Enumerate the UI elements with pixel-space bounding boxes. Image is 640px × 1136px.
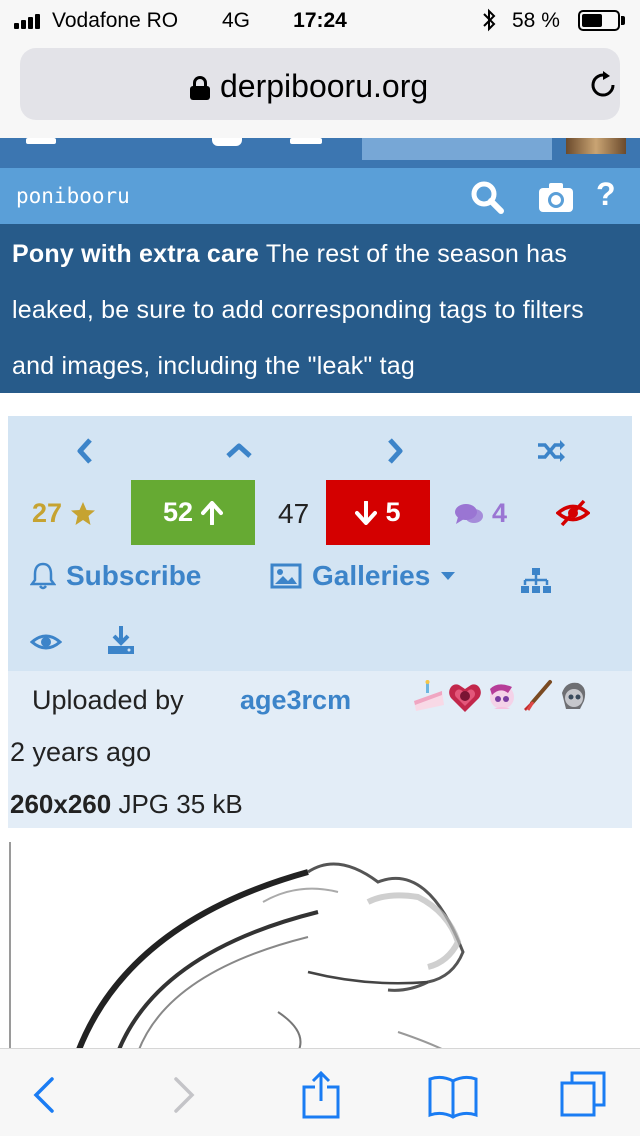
site-subbar: ponibooru ? xyxy=(0,168,640,224)
search-icon[interactable] xyxy=(470,180,504,214)
comment-count: 4 xyxy=(492,498,508,528)
downvote-button[interactable]: 5 xyxy=(326,480,430,545)
status-bar: Vodafone RO 4G 17:24 58 % xyxy=(0,0,640,40)
image-dimensions: 260x260 JPG 35 kB xyxy=(10,789,243,820)
chevron-right-icon[interactable] xyxy=(370,426,420,476)
galleries-label: Galleries xyxy=(312,560,431,591)
subscribe-label: Subscribe xyxy=(66,560,202,591)
help-icon[interactable]: ? xyxy=(596,176,616,213)
arrow-down-icon xyxy=(355,500,378,525)
share-icon[interactable] xyxy=(296,1070,346,1119)
view-download-row xyxy=(8,620,632,670)
user-avatar[interactable] xyxy=(566,138,626,154)
action-row: Subscribe Galleries xyxy=(8,560,632,610)
reload-icon[interactable] xyxy=(586,68,620,102)
uploader-link[interactable]: age3rcm xyxy=(240,685,351,716)
upload-info: Uploaded by age3rcm 2 years ago 260x260 … xyxy=(8,671,632,828)
image-navigation xyxy=(8,426,632,476)
star-icon xyxy=(71,502,96,525)
comments-link[interactable]: 4 xyxy=(454,498,507,529)
user-badges xyxy=(412,679,590,715)
download-icon[interactable] xyxy=(106,624,136,656)
fave-count: 27 xyxy=(32,498,63,528)
menu-icon[interactable] xyxy=(26,138,56,144)
bluetooth-icon xyxy=(482,8,496,38)
downvote-count: 5 xyxy=(385,497,401,527)
uploaded-by-label: Uploaded by xyxy=(32,685,184,715)
score-row: 27 52 47 5 4 xyxy=(8,480,632,546)
site-top-nav xyxy=(0,138,640,168)
galleries-dropdown[interactable]: Galleries xyxy=(270,560,456,592)
arrow-up-icon xyxy=(201,500,224,525)
site-search-input[interactable] xyxy=(362,138,552,160)
fave-button[interactable]: 27 xyxy=(32,498,96,529)
forward-icon[interactable] xyxy=(160,1071,210,1119)
browser-toolbar xyxy=(0,1048,640,1136)
chevron-left-icon[interactable] xyxy=(60,426,110,476)
shuffle-icon[interactable] xyxy=(526,426,576,476)
eye-icon[interactable] xyxy=(29,630,63,654)
battery-level-fill xyxy=(582,14,602,27)
image-icon xyxy=(270,563,302,589)
image-meta-box: 27 52 47 5 4 Subscribe Galleries Uploade… xyxy=(8,416,632,828)
subscribe-button[interactable]: Subscribe xyxy=(30,560,201,592)
upload-time: 2 years ago xyxy=(10,737,152,767)
main-image[interactable] xyxy=(8,842,528,1052)
dimensions-value: 260x260 xyxy=(10,789,112,819)
maud-badge-icon[interactable] xyxy=(556,679,590,715)
tabs-icon[interactable] xyxy=(560,1071,610,1119)
battery-percent: 58 % xyxy=(512,9,560,32)
upvote-button[interactable]: 52 xyxy=(131,480,255,545)
browser-url-area: derpibooru.org xyxy=(0,40,640,138)
camera-icon[interactable] xyxy=(538,180,574,214)
notifications-icon[interactable] xyxy=(290,138,322,144)
upload-icon[interactable] xyxy=(212,138,242,146)
upvote-count: 52 xyxy=(162,497,194,527)
hide-icon[interactable] xyxy=(555,498,591,528)
bookmarks-icon[interactable] xyxy=(428,1071,478,1119)
address-bar[interactable]: derpibooru.org xyxy=(20,48,620,120)
lock-icon xyxy=(190,76,210,100)
pony-badge-icon[interactable] xyxy=(484,679,518,715)
battery-icon xyxy=(578,10,620,31)
format-size: JPG 35 kB xyxy=(111,789,243,819)
cake-badge-icon[interactable] xyxy=(412,679,446,715)
comments-icon xyxy=(455,503,483,524)
heart-badge-icon[interactable] xyxy=(448,679,482,715)
brush-badge-icon[interactable] xyxy=(520,679,554,715)
chevron-up-icon[interactable] xyxy=(214,426,264,476)
back-icon[interactable] xyxy=(22,1071,72,1119)
sketch-image xyxy=(9,842,465,1052)
battery-tip xyxy=(621,16,625,25)
url-text[interactable]: derpibooru.org xyxy=(220,68,428,105)
score-value: 47 xyxy=(278,498,310,529)
site-notice: Pony with extra care The rest of the sea… xyxy=(0,224,640,393)
caret-down-icon xyxy=(441,572,456,580)
notice-title[interactable]: Pony with extra care xyxy=(12,240,259,268)
bell-icon xyxy=(30,562,56,590)
site-name[interactable]: ponibooru xyxy=(16,184,130,208)
sitemap-icon[interactable] xyxy=(520,566,552,596)
